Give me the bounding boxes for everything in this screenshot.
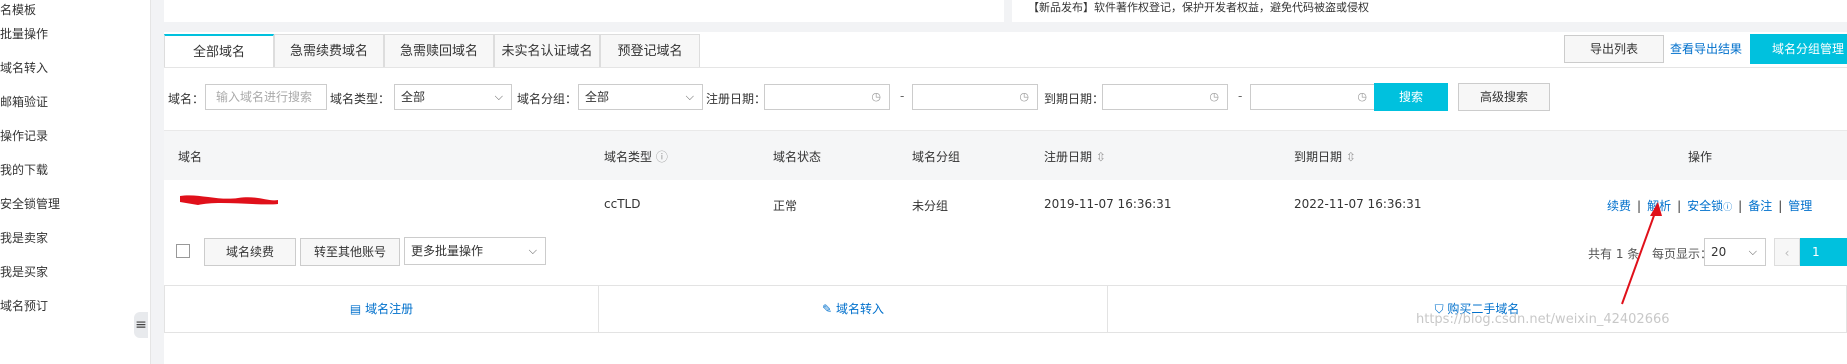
transfer-account-button[interactable]: 转至其他账号 bbox=[300, 238, 400, 266]
sort-icon[interactable]: ⇳ bbox=[1096, 150, 1106, 164]
quick-link-transfer-label: 域名转入 bbox=[835, 302, 884, 316]
reg-date-label: 注册日期： bbox=[706, 92, 767, 106]
reg-date-dash: - bbox=[900, 89, 905, 103]
expire-date-start-input[interactable]: ◷ bbox=[1102, 84, 1228, 110]
expire-date-dash: - bbox=[1238, 89, 1243, 103]
col-status: 域名状态 bbox=[773, 150, 822, 164]
sidebar-item-reserve[interactable]: 域名预订 bbox=[0, 296, 48, 316]
clock-icon: ◷ bbox=[1019, 90, 1029, 103]
help-icon[interactable]: ⓘ bbox=[656, 150, 668, 164]
bulk-bar: 域名续费 转至其他账号 更多批量操作 ⌵ 共有 1 条 每页显示： 20 ⌵ ‹ 1 bbox=[164, 228, 1847, 274]
clock-icon: ◷ bbox=[1357, 90, 1367, 103]
quick-link-register-label: 域名注册 bbox=[365, 302, 414, 316]
view-export-link[interactable]: 查看导出结果 bbox=[1670, 40, 1742, 57]
more-bulk-ops-value: 更多批量操作 bbox=[411, 244, 484, 258]
col-group: 域名分组 bbox=[912, 150, 961, 164]
domain-group-value: 全部 bbox=[585, 90, 610, 104]
col-domain-type: 域名类型 ⓘ bbox=[604, 148, 668, 165]
row-reg-date: 2019-11-07 16:36:31 bbox=[1044, 197, 1172, 211]
remark-link[interactable]: 备注 bbox=[1748, 199, 1772, 213]
quick-link-transfer[interactable]: ✎ 域名转入 bbox=[598, 285, 1108, 333]
page-size-select[interactable]: 20 ⌵ bbox=[1704, 238, 1766, 266]
row-status: 正常 bbox=[773, 199, 798, 213]
sidebar-item-template[interactable]: 名模板 bbox=[0, 0, 36, 20]
advanced-search-button[interactable]: 高级搜索 bbox=[1458, 83, 1550, 111]
security-lock-link[interactable]: 安全锁 bbox=[1687, 199, 1723, 213]
sidebar-item-buyer[interactable]: 我是买家 bbox=[0, 262, 48, 282]
register-icon: ▤ bbox=[349, 302, 362, 316]
col-expire-date[interactable]: 到期日期 ⇳ bbox=[1294, 148, 1356, 165]
col-actions: 操作 bbox=[1688, 150, 1713, 164]
tab-divider bbox=[164, 67, 1847, 68]
col-domain-type-label: 域名类型 bbox=[604, 150, 653, 164]
sidebar-item-email-verify[interactable]: 邮箱验证 bbox=[0, 92, 48, 112]
chevron-down-icon: ⌵ bbox=[1748, 245, 1757, 258]
clock-icon: ◷ bbox=[871, 90, 881, 103]
sidebar: 名模板 批量操作 域名转入 邮箱验证 操作记录 我的下载 安全锁管理 我是卖家 … bbox=[0, 0, 151, 364]
domain-search-input[interactable]: 输入域名进行搜索 bbox=[205, 84, 327, 110]
bulk-renew-button[interactable]: 域名续费 bbox=[204, 238, 296, 266]
col-reg-date-label: 注册日期 bbox=[1044, 150, 1093, 164]
info-icon: ⓘ bbox=[1723, 203, 1733, 213]
domain-group-select[interactable]: 全部 ⌵ bbox=[578, 84, 703, 110]
tab-redeem-urgent[interactable]: 急需赎回域名 bbox=[384, 34, 494, 68]
edit-icon: ✎ bbox=[822, 302, 833, 316]
annotation-arrow-icon bbox=[1621, 202, 1662, 305]
select-all-checkbox[interactable] bbox=[176, 244, 190, 258]
domain-type-select[interactable]: 全部 ⌵ bbox=[394, 84, 512, 110]
table-header: 域名 域名类型 ⓘ 域名状态 域名分组 注册日期 ⇳ 到期日期 ⇳ 操作 bbox=[164, 130, 1847, 181]
page-1-button[interactable]: 1 bbox=[1800, 238, 1847, 266]
export-list-button[interactable]: 导出列表 bbox=[1564, 35, 1664, 63]
redacted-domain-mark bbox=[180, 195, 278, 205]
row-group: 未分组 bbox=[912, 199, 949, 213]
domain-filter-label: 域名： bbox=[168, 92, 205, 106]
domain-type-value: 全部 bbox=[401, 90, 426, 104]
col-expire-date-label: 到期日期 bbox=[1294, 150, 1343, 164]
col-reg-date[interactable]: 注册日期 ⇳ bbox=[1044, 148, 1106, 165]
clock-icon: ◷ bbox=[1209, 90, 1219, 103]
reg-date-end-input[interactable]: ◷ bbox=[912, 84, 1038, 110]
quick-link-register[interactable]: ▤ 域名注册 bbox=[164, 285, 599, 333]
group-manage-button[interactable]: 域名分组管理 bbox=[1750, 34, 1847, 64]
prev-page-button[interactable]: ‹ bbox=[1774, 238, 1800, 266]
more-bulk-ops-select[interactable]: 更多批量操作 ⌵ bbox=[404, 237, 546, 265]
sidebar-item-security-lock[interactable]: 安全锁管理 bbox=[0, 194, 60, 214]
chevron-down-icon: ⌵ bbox=[494, 90, 503, 103]
notice-panel-left bbox=[164, 0, 1004, 22]
domain-group-label: 域名分组： bbox=[517, 92, 578, 106]
expire-date-label: 到期日期： bbox=[1044, 92, 1105, 106]
sidebar-item-batch[interactable]: 批量操作 bbox=[0, 24, 48, 44]
reg-date-start-input[interactable]: ◷ bbox=[764, 84, 890, 110]
notice-text[interactable]: 【新品发布】软件著作权登记，保护开发者权益，避免代码被盗或侵权 bbox=[1028, 1, 1369, 14]
manage-link[interactable]: 管理 bbox=[1788, 199, 1812, 213]
chevron-down-icon: ⌵ bbox=[528, 244, 537, 257]
tab-unverified[interactable]: 未实名认证域名 bbox=[494, 34, 600, 68]
sidebar-collapse-icon[interactable]: ≡ bbox=[134, 312, 148, 338]
sidebar-item-seller[interactable]: 我是卖家 bbox=[0, 228, 48, 248]
tab-all-domains[interactable]: 全部域名 bbox=[164, 34, 274, 68]
sidebar-item-op-log[interactable]: 操作记录 bbox=[0, 126, 48, 146]
sidebar-item-downloads[interactable]: 我的下载 bbox=[0, 160, 48, 180]
row-expire-date: 2022-11-07 16:36:31 bbox=[1294, 197, 1422, 211]
domain-type-label: 域名类型： bbox=[330, 92, 391, 106]
table-row: ccTLD 正常 未分组 2019-11-07 16:36:31 2022-11… bbox=[164, 180, 1847, 229]
chevron-down-icon: ⌵ bbox=[685, 90, 694, 103]
watermark: https://blog.csdn.net/weixin_42402666 bbox=[1416, 312, 1670, 327]
col-domain: 域名 bbox=[178, 150, 203, 164]
search-button[interactable]: 搜索 bbox=[1374, 83, 1448, 111]
notice-banner[interactable]: 【新品发布】软件著作权登记，保护开发者权益，避免代码被盗或侵权 bbox=[1012, 0, 1847, 22]
tab-renew-urgent[interactable]: 急需续费域名 bbox=[274, 34, 384, 68]
sidebar-item-transfer-in[interactable]: 域名转入 bbox=[0, 58, 48, 78]
row-domain-type: ccTLD bbox=[604, 197, 641, 211]
tab-pre-registered[interactable]: 预登记域名 bbox=[600, 34, 700, 68]
sort-icon[interactable]: ⇳ bbox=[1346, 150, 1356, 164]
expire-date-end-input[interactable]: ◷ bbox=[1250, 84, 1376, 110]
page-size-value: 20 bbox=[1711, 245, 1727, 259]
